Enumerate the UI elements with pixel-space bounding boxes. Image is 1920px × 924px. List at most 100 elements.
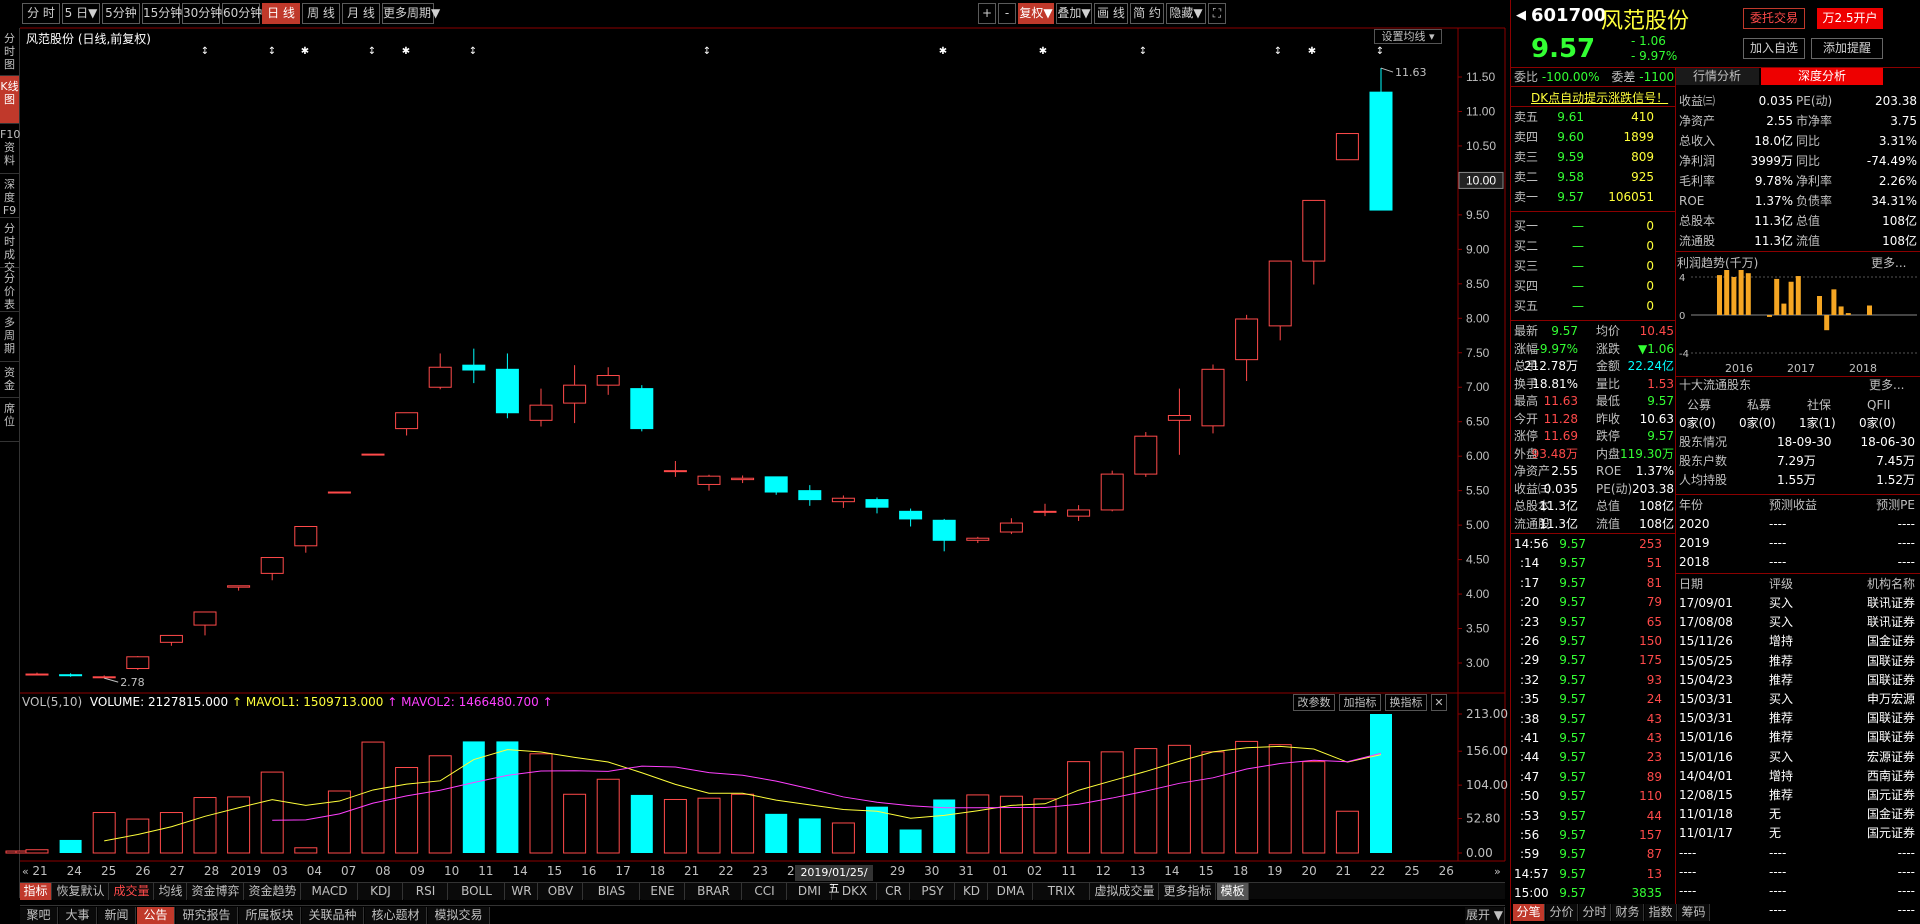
indicator-tab-item[interactable]: 成交量: [110, 883, 154, 900]
tick-row: :23 9.57 65: [1514, 613, 1674, 631]
open-account-button[interactable]: 万2.5开户: [1817, 8, 1883, 29]
add-indicator-button[interactable]: 加指标: [1339, 694, 1381, 711]
indicator-tab-item[interactable]: 恢复默认: [53, 883, 109, 900]
stat-row: 流通股 11.3亿 流值 108亿: [1514, 515, 1674, 533]
indicator-tab-dma[interactable]: DMA: [989, 883, 1033, 900]
indicator-tab-item[interactable]: 资金趋势: [245, 883, 301, 900]
stat-label: 涨跌: [1596, 341, 1621, 356]
bottom-tab-0[interactable]: 聚吧: [20, 907, 58, 924]
expand-button[interactable]: 展开 ▼: [1465, 907, 1505, 924]
indicator-tab-kdj[interactable]: KDJ: [359, 883, 403, 900]
cell: 日期: [1679, 577, 1704, 591]
table-row: 15/01/16 买入 宏源证券: [1679, 748, 1919, 766]
indicator-tab-psy[interactable]: PSY: [911, 883, 955, 900]
right-tab-2[interactable]: 分时: [1579, 904, 1611, 921]
price-change-pct: - 9.97%: [1631, 49, 1678, 63]
indicator-tab-item[interactable]: 指标: [20, 883, 52, 900]
indicator-tab-rsi[interactable]: RSI: [404, 883, 448, 900]
sell-level-row[interactable]: 卖一 9.57 106051: [1514, 188, 1674, 206]
bottom-tab-1[interactable]: 大事: [59, 907, 97, 924]
indicator-tab-macd[interactable]: MACD: [302, 883, 358, 900]
bottom-tab-3[interactable]: 公告: [137, 907, 175, 924]
volume-bar: [1302, 761, 1326, 854]
indicator-tab-dmi[interactable]: DMI: [788, 883, 832, 900]
tick-row: :59 9.57 87: [1514, 845, 1674, 863]
indicator-tab-item[interactable]: 虚拟成交量: [1091, 883, 1159, 900]
collapse-left-icon[interactable]: ◀: [1516, 8, 1526, 23]
buy-level-volume: 0: [1646, 239, 1654, 253]
add-watchlist-button[interactable]: 加入自选: [1743, 38, 1805, 59]
bottom-tab-5[interactable]: 所属板块: [239, 907, 301, 924]
bottom-tab-6[interactable]: 关联品种: [302, 907, 364, 924]
cursor-date: 2019/01/25/五: [795, 865, 873, 895]
buy-level-row[interactable]: 买五 — 0: [1514, 297, 1674, 315]
indicator-tab-wr[interactable]: WR: [506, 883, 538, 900]
buy-level-price: —: [1572, 239, 1584, 253]
buy-level-row[interactable]: 买一 — 0: [1514, 217, 1674, 235]
right-tab-1[interactable]: 分价: [1546, 904, 1578, 921]
tick-price: 9.57: [1559, 711, 1586, 726]
indicator-tab-boll[interactable]: BOLL: [449, 883, 505, 900]
stat-row: 涨停 11.69 跌停 9.57: [1514, 427, 1674, 445]
volume-bar: [395, 767, 419, 854]
entrust-trade-button[interactable]: 委托交易: [1743, 8, 1805, 29]
indicator-tab-item[interactable]: 均线: [155, 883, 187, 900]
x-tick-label: 11: [1061, 864, 1076, 878]
bottom-tab-2[interactable]: 新闻: [98, 907, 136, 924]
switch-indicator-button[interactable]: 换指标: [1385, 694, 1427, 711]
indicator-tab-trix[interactable]: TRIX: [1034, 883, 1090, 900]
right-tab-0[interactable]: 分笔: [1513, 904, 1545, 921]
bottom-tab-4[interactable]: 研究报告: [176, 907, 238, 924]
indicator-tab-item[interactable]: 模板: [1217, 883, 1249, 900]
tick-price: 9.57: [1559, 750, 1586, 765]
buy-level-row[interactable]: 买四 — 0: [1514, 277, 1674, 295]
sell-level-row[interactable]: 卖五 9.61 410: [1514, 108, 1674, 126]
right-tab-5[interactable]: 筹码: [1678, 904, 1710, 921]
add-alert-button[interactable]: 添加提醒: [1811, 38, 1883, 59]
tick-volume: 93: [1646, 672, 1662, 687]
fin-label: 总值: [1796, 214, 1821, 228]
tab-market-analysis[interactable]: 行情分析: [1675, 68, 1759, 85]
indicator-tab-dkx[interactable]: DKX: [833, 883, 877, 900]
profit-bar: [1838, 306, 1844, 315]
right-tab-4[interactable]: 指数: [1645, 904, 1677, 921]
cell: ----: [1897, 517, 1915, 531]
dk-signal-link[interactable]: DK点自动提示涨跌信号！: [1531, 89, 1668, 106]
bottom-tab-7[interactable]: 核心题材: [365, 907, 427, 924]
change-params-button[interactable]: 改参数: [1293, 694, 1335, 711]
indicator-tab-kd[interactable]: KD: [956, 883, 988, 900]
indicator-tab-item[interactable]: 资金博弈: [188, 883, 244, 900]
buy-level-row[interactable]: 买三 — 0: [1514, 257, 1674, 275]
tick-price: 9.57: [1559, 672, 1586, 687]
holders-more-link[interactable]: 更多...: [1869, 376, 1904, 394]
sell-level-price: 9.59: [1557, 150, 1584, 164]
indicator-tab-ene[interactable]: ENE: [641, 883, 685, 900]
cell: 预测PE: [1876, 498, 1915, 512]
cell: ----: [1897, 536, 1915, 550]
indicator-tab-cr[interactable]: CR: [878, 883, 910, 900]
sell-level-row[interactable]: 卖三 9.59 809: [1514, 148, 1674, 166]
close-icon[interactable]: ✕: [1431, 694, 1447, 711]
buy-level-row[interactable]: 买二 — 0: [1514, 237, 1674, 255]
candle: [731, 475, 755, 484]
x-tick-label: 13: [1130, 864, 1145, 878]
right-tab-3[interactable]: 财务: [1612, 904, 1644, 921]
sell-level-row[interactable]: 卖四 9.60 1899: [1514, 128, 1674, 146]
profit-more-link[interactable]: 更多...: [1871, 254, 1906, 271]
profit-year-label: 2016: [1725, 362, 1753, 375]
indicator-tab-cci[interactable]: CCI: [743, 883, 787, 900]
indicator-tab-obv[interactable]: OBV: [539, 883, 583, 900]
sell-level-row[interactable]: 卖二 9.58 925: [1514, 168, 1674, 186]
tab-deep-analysis[interactable]: 深度分析: [1761, 68, 1883, 85]
indicator-tab-item[interactable]: 更多指标: [1160, 883, 1216, 900]
kline-chart[interactable]: 11.50 11.00 10.50 10.00 9.50 9.00 8.50 8.00 7.50…: [0, 0, 1510, 924]
indicator-tab-brar[interactable]: BRAR: [686, 883, 742, 900]
bottom-tab-8[interactable]: 模拟交易: [428, 907, 490, 924]
cell: 增持: [1769, 768, 1794, 783]
tick-volume: 89: [1646, 769, 1662, 784]
sell-level-label: 卖二: [1514, 170, 1539, 184]
tick-price: 9.57: [1559, 634, 1586, 648]
indicator-tab-bias[interactable]: BIAS: [584, 883, 640, 900]
x-tick-label: 25: [101, 864, 116, 878]
stat-value: 0.035: [1543, 481, 1578, 496]
